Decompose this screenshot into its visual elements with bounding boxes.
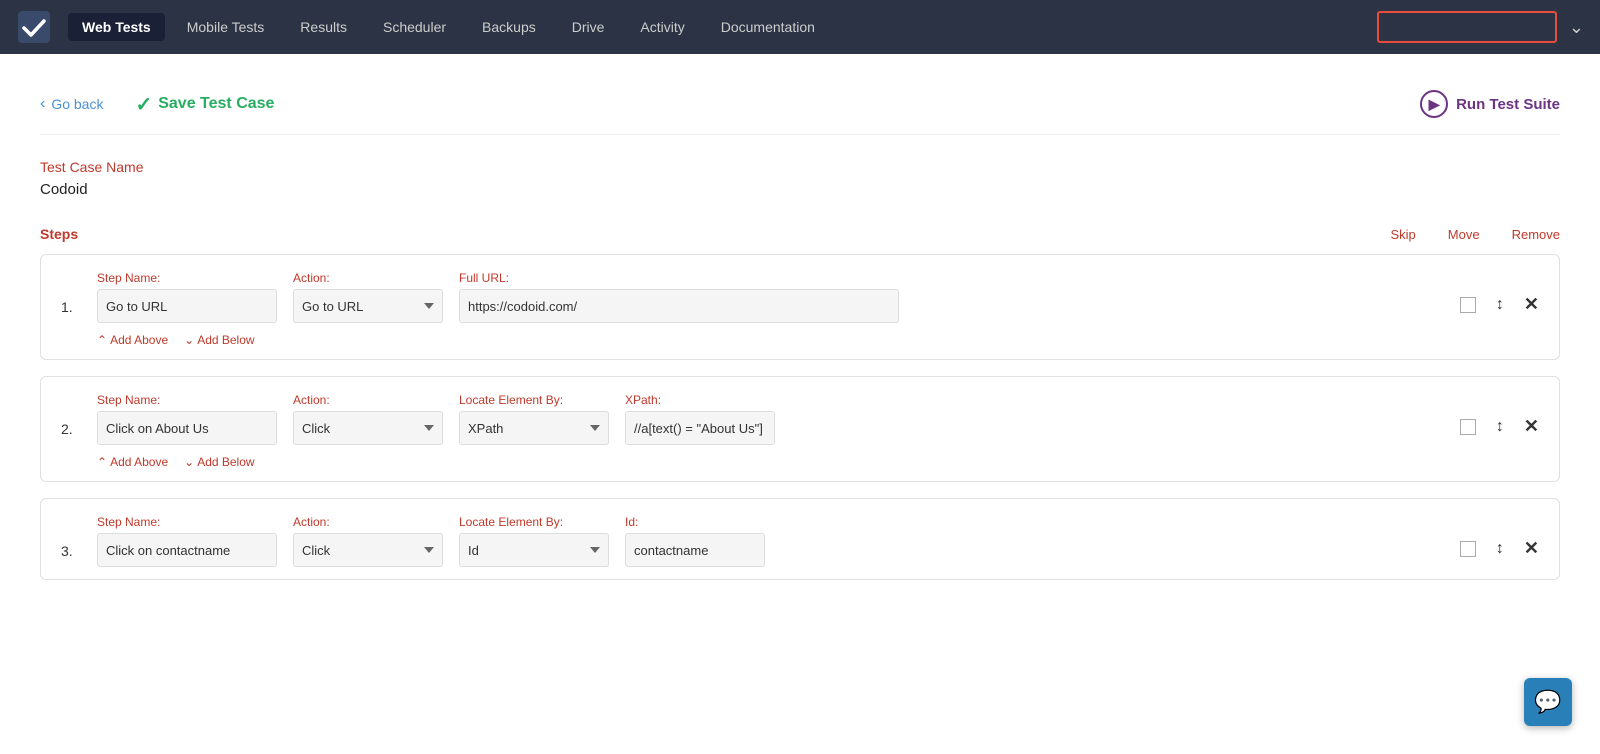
- step-1-fields: 1. Step Name: Action: Go to URL Click Ty…: [61, 271, 1539, 323]
- step-1-skip-checkbox[interactable]: [1460, 297, 1476, 313]
- nav-documentation[interactable]: Documentation: [707, 13, 829, 41]
- nav-results[interactable]: Results: [286, 13, 361, 41]
- step-1-name-group: Step Name:: [97, 271, 277, 323]
- nav-search-input[interactable]: [1377, 11, 1557, 43]
- step-3-number: 3.: [61, 543, 81, 567]
- step-1-url-label: Full URL:: [459, 271, 899, 285]
- step-1-action-label: Action:: [293, 271, 443, 285]
- nav-chevron-icon[interactable]: ⌄: [1569, 17, 1584, 38]
- step-3-id-input[interactable]: [625, 533, 765, 567]
- chat-button[interactable]: 💬: [1524, 678, 1572, 726]
- remove-action[interactable]: Remove: [1512, 227, 1560, 242]
- step-2-locate-group: Locate Element By: XPath Id CSS: [459, 393, 609, 445]
- step-1-name-label: Step Name:: [97, 271, 277, 285]
- toolbar: ‹ Go back ✓ Save Test Case ▶ Run Test Su…: [40, 74, 1560, 135]
- step-3-locate-group: Locate Element By: Id XPath CSS: [459, 515, 609, 567]
- nav-drive[interactable]: Drive: [558, 13, 619, 41]
- step-2-xpath-group: XPath:: [625, 393, 775, 445]
- step-3-skip-checkbox[interactable]: [1460, 541, 1476, 557]
- step-2-move-icon[interactable]: ↕: [1496, 418, 1504, 436]
- nav-backups[interactable]: Backups: [468, 13, 550, 41]
- step-2-action-select[interactable]: Click Go to URL Type: [293, 411, 443, 445]
- move-action[interactable]: Move: [1448, 227, 1480, 242]
- step-1-name-input[interactable]: [97, 289, 277, 323]
- save-test-button[interactable]: ✓ Save Test Case: [135, 92, 274, 117]
- step-3-id-group: Id:: [625, 515, 765, 567]
- test-case-name-label: Test Case Name: [40, 159, 1560, 175]
- step-3-locate-label: Locate Element By:: [459, 515, 609, 529]
- step-2-xpath-label: XPath:: [625, 393, 775, 407]
- step-1-url-input[interactable]: [459, 289, 899, 323]
- chat-icon: 💬: [1534, 689, 1561, 715]
- step-1-url-group: Full URL:: [459, 271, 899, 323]
- steps-actions: Skip Move Remove: [1390, 227, 1560, 242]
- step-2-add-below[interactable]: ⌄ Add Below: [184, 455, 254, 469]
- run-test-label: Run Test Suite: [1456, 96, 1560, 113]
- step-2-locate-select[interactable]: XPath Id CSS: [459, 411, 609, 445]
- nav-web-tests[interactable]: Web Tests: [68, 13, 165, 41]
- step-2-locate-label: Locate Element By:: [459, 393, 609, 407]
- step-2-number: 2.: [61, 421, 81, 445]
- step-2-controls: ↕ ✕: [1460, 416, 1539, 445]
- step-1-move-icon[interactable]: ↕: [1496, 296, 1504, 314]
- nav-scheduler[interactable]: Scheduler: [369, 13, 460, 41]
- chevron-down-icon: ⌄: [184, 455, 194, 469]
- step-1-add-below[interactable]: ⌄ Add Below: [184, 333, 254, 347]
- check-icon: ✓: [135, 92, 152, 117]
- step-3-remove-icon[interactable]: ✕: [1524, 538, 1539, 559]
- step-card-3: 3. Step Name: Action: Click Go to URL Ty…: [40, 498, 1560, 580]
- step-2-skip-checkbox[interactable]: [1460, 419, 1476, 435]
- steps-header: Steps Skip Move Remove: [40, 226, 1560, 242]
- navbar: Web Tests Mobile Tests Results Scheduler…: [0, 0, 1600, 54]
- step-3-move-icon[interactable]: ↕: [1496, 540, 1504, 558]
- step-1-number: 1.: [61, 299, 81, 323]
- step-3-name-group: Step Name:: [97, 515, 277, 567]
- step-2-add-row: ⌃ Add Above ⌄ Add Below: [97, 455, 1539, 469]
- step-card-1: 1. Step Name: Action: Go to URL Click Ty…: [40, 254, 1560, 360]
- chevron-up-icon: ⌃: [97, 333, 107, 347]
- step-3-fields: 3. Step Name: Action: Click Go to URL Ty…: [61, 515, 1539, 567]
- app-logo: [16, 9, 52, 45]
- step-1-action-group: Action: Go to URL Click Type: [293, 271, 443, 323]
- go-back-button[interactable]: ‹ Go back: [40, 95, 103, 113]
- step-3-locate-select[interactable]: Id XPath CSS: [459, 533, 609, 567]
- step-1-add-row: ⌃ Add Above ⌄ Add Below: [97, 333, 1539, 347]
- main-content: ‹ Go back ✓ Save Test Case ▶ Run Test Su…: [0, 54, 1600, 754]
- step-2-action-label: Action:: [293, 393, 443, 407]
- step-1-add-above[interactable]: ⌃ Add Above: [97, 333, 168, 347]
- play-circle-icon: ▶: [1420, 90, 1448, 118]
- step-3-action-select[interactable]: Click Go to URL Type: [293, 533, 443, 567]
- nav-activity[interactable]: Activity: [626, 13, 698, 41]
- save-test-label: Save Test Case: [158, 95, 274, 113]
- chevron-up-icon: ⌃: [97, 455, 107, 469]
- step-3-id-label: Id:: [625, 515, 765, 529]
- step-3-action-group: Action: Click Go to URL Type: [293, 515, 443, 567]
- step-3-controls: ↕ ✕: [1460, 538, 1539, 567]
- chevron-down-icon: ⌄: [184, 333, 194, 347]
- step-3-name-label: Step Name:: [97, 515, 277, 529]
- step-2-name-input[interactable]: [97, 411, 277, 445]
- step-card-2: 2. Step Name: Action: Click Go to URL Ty…: [40, 376, 1560, 482]
- step-2-remove-icon[interactable]: ✕: [1524, 416, 1539, 437]
- step-2-name-label: Step Name:: [97, 393, 277, 407]
- nav-mobile-tests[interactable]: Mobile Tests: [173, 13, 279, 41]
- step-3-action-label: Action:: [293, 515, 443, 529]
- step-1-remove-icon[interactable]: ✕: [1524, 294, 1539, 315]
- run-test-button[interactable]: ▶ Run Test Suite: [1420, 90, 1560, 118]
- step-2-name-group: Step Name:: [97, 393, 277, 445]
- step-2-fields: 2. Step Name: Action: Click Go to URL Ty…: [61, 393, 1539, 445]
- test-case-section: Test Case Name Codoid: [40, 159, 1560, 198]
- go-back-label: Go back: [51, 96, 103, 112]
- step-2-xpath-input[interactable]: [625, 411, 775, 445]
- steps-label: Steps: [40, 226, 78, 242]
- chevron-left-icon: ‹: [40, 95, 45, 113]
- step-2-action-group: Action: Click Go to URL Type: [293, 393, 443, 445]
- skip-action[interactable]: Skip: [1390, 227, 1415, 242]
- step-1-controls: ↕ ✕: [1460, 294, 1539, 323]
- step-1-action-select[interactable]: Go to URL Click Type: [293, 289, 443, 323]
- step-2-add-above[interactable]: ⌃ Add Above: [97, 455, 168, 469]
- test-case-name-value: Codoid: [40, 181, 1560, 198]
- step-3-name-input[interactable]: [97, 533, 277, 567]
